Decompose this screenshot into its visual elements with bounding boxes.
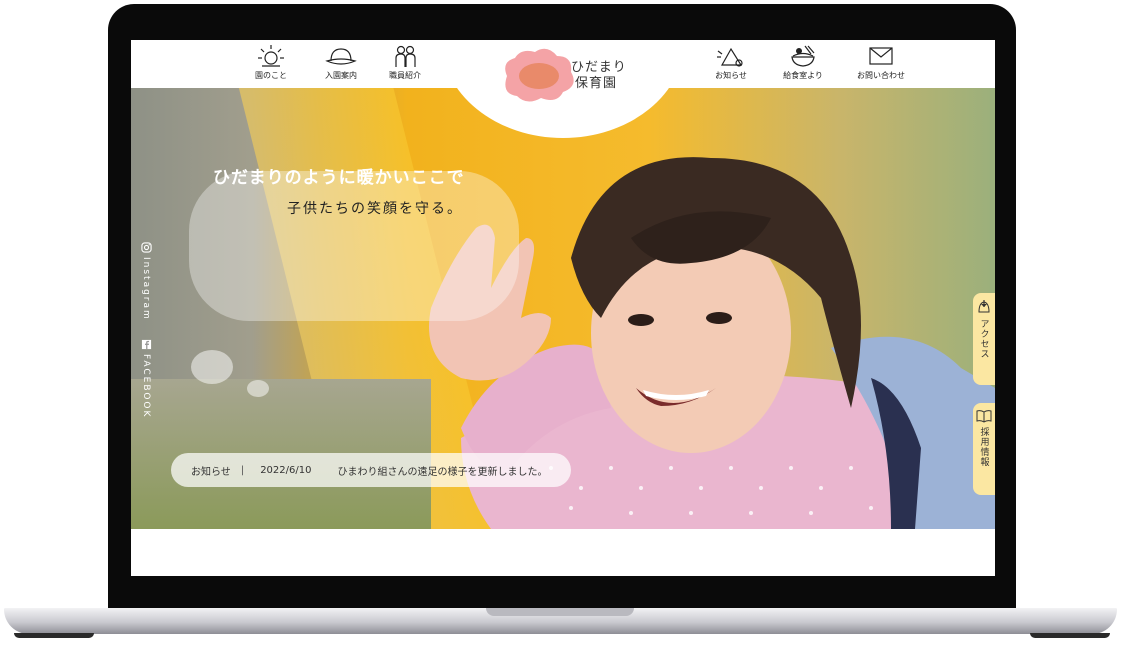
rice-bowl-icon <box>791 45 815 67</box>
envelope-icon <box>869 47 893 65</box>
facebook-link[interactable]: FACEBOOK <box>139 339 153 418</box>
nav-kitchen-label: 給食室より <box>783 71 823 80</box>
megaphone-icon <box>717 47 743 67</box>
sun-icon <box>258 45 284 67</box>
news-label: お知らせ <box>191 466 231 478</box>
news-separator: | <box>240 464 245 476</box>
nav-contact-label: お問い合わせ <box>857 71 905 80</box>
speech-bubble <box>189 171 519 321</box>
thought-dot-small <box>247 380 269 397</box>
nav-news-label: お知らせ <box>715 71 747 80</box>
access-tab[interactable]: アクセス <box>973 293 995 385</box>
site-logo[interactable]: ひだまり 保育園 <box>499 46 639 108</box>
news-text[interactable]: ひまわり組さんの遠足の様子を更新しました。 <box>337 463 547 478</box>
instagram-link[interactable]: Instagram <box>139 242 153 321</box>
people-icon <box>395 45 416 67</box>
social-links: Instagram FACEBOOK <box>139 242 153 418</box>
laptop-foot-left <box>14 633 94 638</box>
nav-left: 園のこと 入園案内 職員紹介 <box>239 40 437 88</box>
facebook-icon <box>141 339 151 349</box>
news-bar[interactable]: お知らせ | 2022/6/10 ひまわり組さんの遠足の様子を更新しました。 <box>171 453 571 487</box>
book-icon <box>976 410 992 423</box>
nav-staff-label: 職員紹介 <box>389 71 421 80</box>
nav-staff[interactable]: 職員紹介 <box>373 40 437 88</box>
laptop-notch <box>486 608 634 616</box>
nav-about[interactable]: 園のこと <box>239 40 303 88</box>
facebook-label: FACEBOOK <box>141 353 151 419</box>
instagram-label: Instagram <box>141 257 151 321</box>
laptop-foot-right <box>1030 633 1110 638</box>
news-date: 2022/6/10 <box>260 464 312 476</box>
nav-right: お知らせ 給食室より お問い合わせ <box>699 40 913 88</box>
logo-text: ひだまり 保育園 <box>571 60 627 92</box>
nav-news[interactable]: お知らせ <box>699 40 763 88</box>
thought-dot-large <box>191 350 233 384</box>
nav-kitchen[interactable]: 給食室より <box>771 40 835 88</box>
logo-line1: ひだまり <box>571 60 627 75</box>
hat-icon <box>325 48 357 65</box>
hero-subtitle: 子供たちの笑顔を守る。 <box>287 201 463 217</box>
instagram-icon <box>140 242 152 253</box>
recruit-tab[interactable]: 採用情報 <box>973 403 995 495</box>
recruit-tab-label: 採用情報 <box>978 427 989 467</box>
nav-about-label: 園のこと <box>255 71 287 80</box>
map-pin-icon <box>978 300 990 313</box>
access-tab-label: アクセス <box>978 319 989 359</box>
nav-admission-label: 入園案内 <box>325 71 357 80</box>
screen: Instagram FACEBOOK アクセス 採用情報 ひだまりのように暖かい… <box>131 40 995 576</box>
nav-contact[interactable]: お問い合わせ <box>849 40 913 88</box>
cloud-logo-icon <box>505 48 574 102</box>
nav-admission[interactable]: 入園案内 <box>309 40 373 88</box>
logo-line2: 保育園 <box>575 76 618 91</box>
hero-title: ひだまりのように暖かいここで <box>213 168 465 188</box>
